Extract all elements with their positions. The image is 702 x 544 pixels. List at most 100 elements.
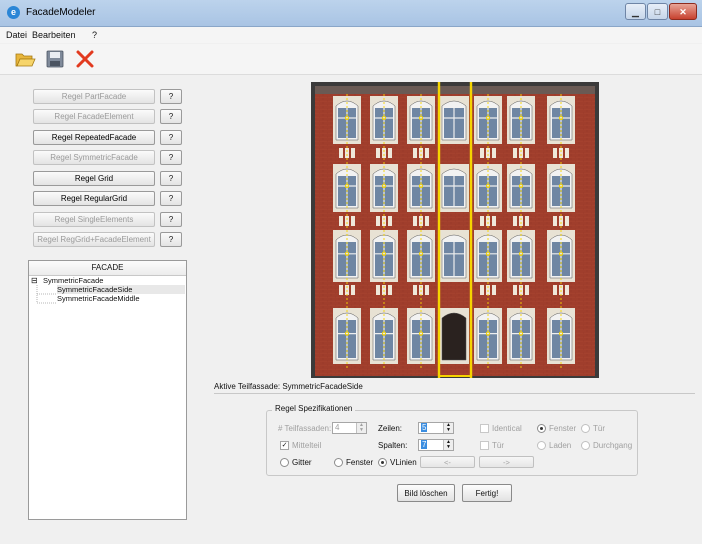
gitter-label: Gitter	[292, 458, 312, 467]
fenster-radio[interactable]	[334, 458, 343, 467]
decor-pillar	[382, 216, 386, 226]
clear-image-button[interactable]: Bild löschen	[397, 484, 455, 502]
tree-root-item[interactable]: SymmetricFacade	[43, 276, 103, 285]
vlinien-label: VLinien	[390, 458, 417, 467]
decor-pillar	[351, 216, 355, 226]
rule-grid-button[interactable]: Regel Grid	[33, 171, 155, 186]
mittelteil-checkbox[interactable]: ✓	[280, 441, 289, 450]
zeilen-spinbox[interactable]: 5 ▲ ▼	[418, 422, 454, 434]
decor-pillar	[553, 216, 557, 226]
rule-symmetricfacade-button[interactable]: Regel SymmetricFacade	[33, 150, 155, 165]
decor-pillar	[492, 216, 496, 226]
spalten-value: 7	[421, 440, 428, 449]
decor-pillar	[425, 285, 429, 295]
identical-checkbox[interactable]	[480, 424, 489, 433]
folder-open-icon[interactable]	[14, 48, 36, 70]
mittelteil-label: Mittelteil	[292, 441, 322, 450]
decor-pillar	[339, 216, 343, 226]
decor-pillar	[388, 216, 392, 226]
close-icon[interactable]: ✕	[669, 3, 697, 20]
decor-pillar	[419, 216, 423, 226]
decor-pillar	[413, 148, 417, 158]
rule-singleelements-button[interactable]: Regel SingleElements	[33, 212, 155, 227]
decor-pillar	[425, 148, 429, 158]
rule-facadeelement-button[interactable]: Regel FacadeElement	[33, 109, 155, 124]
menu-bearbeiten[interactable]: Bearbeiten	[32, 30, 76, 40]
rule-reggrid-facadeelement-help-button[interactable]: ?	[160, 232, 182, 247]
decor-pillar	[565, 285, 569, 295]
decor-pillar	[480, 216, 484, 226]
zeilen-value: 5	[421, 423, 428, 432]
decor-pillar	[565, 148, 569, 158]
rule-reggrid-facadeelement-button[interactable]: Regel RegGrid+FacadeElement	[33, 232, 155, 247]
rule-repeatedfacade-button[interactable]: Regel RepeatedFacade	[33, 130, 155, 145]
forward-arrow-button[interactable]: ->	[479, 456, 534, 468]
rule-repeatedfacade-help-button[interactable]: ?	[160, 130, 182, 145]
delete-x-icon[interactable]	[74, 48, 96, 70]
decor-pillar	[376, 216, 380, 226]
rule-singleelements-help-button[interactable]: ?	[160, 212, 182, 227]
rule-partfacade-button[interactable]: Regel PartFacade	[33, 89, 155, 104]
window-title: FacadeModeler	[26, 7, 96, 18]
maximize-icon[interactable]: □	[647, 3, 668, 20]
decor-pillar	[525, 216, 529, 226]
decor-pillar	[519, 148, 523, 158]
rule-regulargrid-help-button[interactable]: ?	[160, 191, 182, 206]
decor-pillar	[480, 148, 484, 158]
decor-pillar	[388, 285, 392, 295]
tuer-checkbox[interactable]	[480, 441, 489, 450]
tuer-right-radio[interactable]	[581, 424, 590, 433]
rule-grid-help-button[interactable]: ?	[160, 171, 182, 186]
menu-datei[interactable]: Datei	[6, 30, 27, 40]
decor-pillar	[513, 216, 517, 226]
title-bar: e FacadeModeler ▁ □ ✕	[0, 0, 702, 27]
decor-pillar	[513, 148, 517, 158]
spin-arrows-icon[interactable]: ▲ ▼	[356, 423, 366, 433]
tree-item-middle[interactable]: SymmetricFacadeMiddle	[57, 294, 140, 303]
durchgang-radio[interactable]	[581, 441, 590, 450]
vlinien-radio[interactable]	[378, 458, 387, 467]
rule-partfacade-help-button[interactable]: ?	[160, 89, 182, 104]
fenster-right-radio[interactable]	[537, 424, 546, 433]
teilfassaden-spinbox[interactable]: 4 ▲ ▼	[332, 422, 367, 434]
laden-label: Laden	[549, 441, 572, 450]
active-subfacade-label: Aktive Teilfassade: SymmetricFacadeSide	[214, 382, 363, 391]
back-arrow-button[interactable]: <-	[420, 456, 475, 468]
decor-pillar	[525, 148, 529, 158]
decor-pillar	[559, 148, 563, 158]
decor-pillar	[376, 148, 380, 158]
decor-pillar	[559, 216, 563, 226]
tuer-check-label: Tür	[492, 441, 504, 450]
identical-label: Identical	[492, 424, 522, 433]
decor-pillar	[492, 148, 496, 158]
laden-radio[interactable]	[537, 441, 546, 450]
decor-pillar	[376, 285, 380, 295]
rule-regulargrid-button[interactable]: Regel RegularGrid	[33, 191, 155, 206]
tree-item-side[interactable]: SymmetricFacadeSide	[57, 285, 185, 294]
facade-tree: FACADE ⊟ SymmetricFacade SymmetricFacade…	[28, 260, 187, 520]
decor-pillar	[553, 148, 557, 158]
menu-help[interactable]: ?	[92, 30, 97, 40]
spalten-spinbox[interactable]: 7 ▲ ▼	[418, 439, 454, 451]
rule-facadeelement-help-button[interactable]: ?	[160, 109, 182, 124]
spin-arrows-icon[interactable]: ▲ ▼	[443, 440, 453, 450]
fenster-label: Fenster	[346, 458, 374, 467]
decor-pillar	[351, 148, 355, 158]
rule-symmetricfacade-help-button[interactable]: ?	[160, 150, 182, 165]
save-disk-icon[interactable]	[44, 48, 66, 70]
decor-pillar	[553, 285, 557, 295]
decor-pillar	[388, 148, 392, 158]
minimize-icon[interactable]: ▁	[625, 3, 646, 20]
teilfassaden-label: # Teilfassaden:	[278, 424, 332, 433]
decor-pillar	[345, 216, 349, 226]
toolbar	[0, 44, 702, 75]
tree-expander-icon[interactable]: ⊟	[31, 276, 38, 285]
done-button[interactable]: Fertig!	[462, 484, 512, 502]
decor-pillar	[419, 148, 423, 158]
spin-arrows-icon[interactable]: ▲ ▼	[443, 423, 453, 433]
gitter-radio[interactable]	[280, 458, 289, 467]
decor-pillar	[425, 216, 429, 226]
facade-photo	[311, 82, 599, 378]
decor-pillar	[351, 285, 355, 295]
decor-pillar	[486, 216, 490, 226]
